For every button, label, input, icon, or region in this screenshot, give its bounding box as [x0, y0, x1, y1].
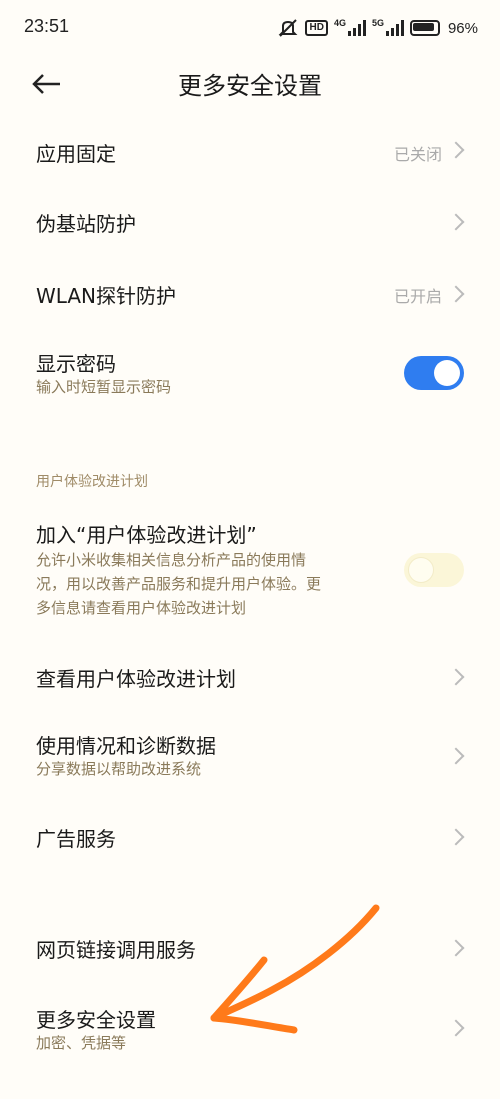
- battery-percent: 96%: [447, 19, 478, 37]
- usage-diagnostics-title: 使用情况和诊断数据: [36, 734, 216, 758]
- show-password-toggle[interactable]: [404, 356, 464, 390]
- more-security-subtitle: 加密、凭据等: [36, 1034, 127, 1052]
- chevron-right-icon: [447, 1019, 465, 1037]
- hd-icon: HD: [305, 20, 328, 36]
- wlan-probe-row[interactable]: WLAN探针防护 已开启: [0, 262, 500, 324]
- status-time: 23:51: [24, 16, 70, 36]
- join-program-row: 加入“用户体验改进计划” 允许小米收集相关信息分析产品的使用情 况，用以改善产品…: [0, 505, 500, 625]
- wlan-probe-title: WLAN探针防护: [36, 284, 177, 308]
- status-bar: 23:51 HD 4G 5G 96%: [0, 0, 500, 56]
- chevron-right-icon: [447, 141, 465, 159]
- join-program-subtitle-line1: 允许小米收集相关信息分析产品的使用情: [36, 551, 307, 569]
- wlan-probe-value: 已开启: [393, 287, 442, 306]
- join-program-title: 加入“用户体验改进计划”: [36, 523, 257, 547]
- view-program-title: 查看用户体验改进计划: [36, 667, 236, 691]
- chevron-right-icon: [447, 828, 465, 846]
- annotation-arrow-icon: [210, 904, 380, 1034]
- fake-base-station-row[interactable]: 伪基站防护: [0, 190, 500, 252]
- header: 更多安全设置: [0, 56, 500, 112]
- chevron-right-icon: [447, 668, 465, 686]
- app-pinning-value: 已关闭: [393, 145, 442, 164]
- ad-service-row[interactable]: 广告服务: [0, 805, 500, 867]
- join-program-subtitle-line2: 况，用以改善产品服务和提升用户体验。更: [36, 575, 322, 593]
- show-password-row: 显示密码 输入时短暂显示密码: [0, 336, 500, 416]
- page-title: 更多安全设置: [178, 72, 322, 100]
- join-program-subtitle-line3: 多信息请查看用户体验改进计划: [36, 599, 247, 617]
- usage-diagnostics-subtitle: 分享数据以帮助改进系统: [36, 760, 202, 778]
- app-pinning-row[interactable]: 应用固定 已关闭: [0, 120, 500, 180]
- signal-icon: [347, 20, 366, 36]
- section-label: 用户体验改进计划: [36, 474, 148, 490]
- network-5g-label: 5G: [371, 18, 384, 28]
- chevron-right-icon: [447, 213, 465, 231]
- mute-vibrate-icon: [279, 19, 298, 37]
- status-icons: HD 4G 5G 96%: [277, 14, 478, 42]
- signal-icon-2: [385, 20, 404, 36]
- toggle-knob: [408, 557, 434, 583]
- more-security-title: 更多安全设置: [36, 1008, 156, 1032]
- chevron-right-icon: [447, 939, 465, 957]
- show-password-title: 显示密码: [36, 352, 116, 376]
- chevron-right-icon: [447, 285, 465, 303]
- web-link-service-title: 网页链接调用服务: [36, 938, 196, 962]
- usage-diagnostics-row[interactable]: 使用情况和诊断数据 分享数据以帮助改进系统: [0, 720, 500, 792]
- network-4g-label: 4G: [333, 18, 346, 28]
- view-program-row[interactable]: 查看用户体验改进计划: [0, 645, 500, 707]
- ad-service-title: 广告服务: [36, 827, 116, 851]
- toggle-knob: [434, 360, 460, 386]
- app-pinning-title: 应用固定: [36, 142, 116, 166]
- join-program-toggle[interactable]: [404, 553, 464, 587]
- chevron-right-icon: [447, 747, 465, 765]
- fake-base-station-title: 伪基站防护: [36, 212, 136, 236]
- show-password-subtitle: 输入时短暂显示密码: [36, 378, 172, 396]
- battery-icon: [409, 20, 440, 36]
